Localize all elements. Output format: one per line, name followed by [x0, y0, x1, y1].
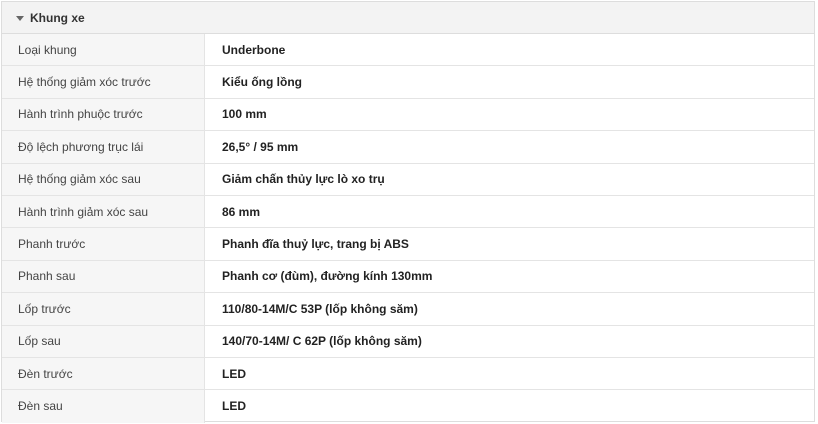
section-title: Khung xe	[30, 10, 85, 25]
spec-label: Phanh trước	[2, 228, 205, 260]
spec-value: 100 mm	[222, 107, 267, 122]
spec-label: Lốp trước	[2, 293, 205, 325]
spec-value: 86 mm	[222, 204, 261, 219]
table-row: Hành trình giảm xóc sau 86 mm	[2, 195, 814, 229]
spec-value: LED	[222, 366, 246, 381]
table-row: Hành trình phuộc trước 100 mm	[2, 98, 814, 132]
table-row: Lốp trước 110/80-14M/C 53P (lốp không să…	[2, 293, 814, 326]
table-row: Hệ thống giảm xóc trước Kiểu ống lồng	[2, 66, 814, 99]
spec-table: Loại khung Underbone Hệ thống giảm xóc t…	[2, 34, 814, 423]
spec-label: Hành trình giảm xóc sau	[2, 195, 205, 228]
specs-panel: Khung xe Loại khung Underbone Hệ thống g…	[1, 1, 815, 423]
table-row: Phanh trước Phanh đĩa thuỷ lực, trang bị…	[2, 228, 814, 261]
spec-label: Hệ thống giảm xóc sau	[2, 163, 205, 195]
spec-value: Phanh cơ (đùm), đường kính 130mm	[222, 269, 433, 284]
spec-label: Phanh sau	[2, 260, 205, 293]
table-row: Hệ thống giảm xóc sau Giảm chấn thủy lực…	[2, 163, 814, 196]
table-row: Đèn trước LED	[2, 357, 814, 391]
table-row: Loại khung Underbone	[2, 34, 814, 67]
spec-label: Độ lệch phương trục lái	[2, 131, 205, 163]
spec-value: Kiểu ống lồng	[222, 75, 302, 90]
spec-value: Phanh đĩa thuỷ lực, trang bị ABS	[222, 237, 409, 252]
spec-label: Hệ thống giảm xóc trước	[2, 66, 205, 98]
spec-label: Đèn sau	[2, 390, 205, 423]
spec-value: LED	[222, 399, 246, 414]
section-header-khung-xe[interactable]: Khung xe	[2, 2, 814, 34]
spec-label: Đèn trước	[2, 357, 205, 390]
table-row: Lốp sau 140/70-14M/ C 62P (lốp không săm…	[2, 325, 814, 358]
table-row: Phanh sau Phanh cơ (đùm), đường kính 130…	[2, 260, 814, 294]
spec-value: Giảm chấn thủy lực lò xo trụ	[222, 172, 385, 187]
spec-value: 140/70-14M/ C 62P (lốp không săm)	[222, 334, 422, 349]
spec-label: Lốp sau	[2, 325, 205, 357]
spec-value: 26,5° / 95 mm	[222, 139, 299, 154]
table-row: Độ lệch phương trục lái 26,5° / 95 mm	[2, 131, 814, 164]
table-row: Đèn sau LED	[2, 390, 814, 423]
spec-value: Underbone	[222, 42, 286, 57]
spec-label: Hành trình phuộc trước	[2, 98, 205, 131]
spec-value: 110/80-14M/C 53P (lốp không săm)	[222, 301, 418, 316]
caret-down-icon	[16, 15, 24, 21]
spec-label: Loại khung	[2, 34, 205, 66]
